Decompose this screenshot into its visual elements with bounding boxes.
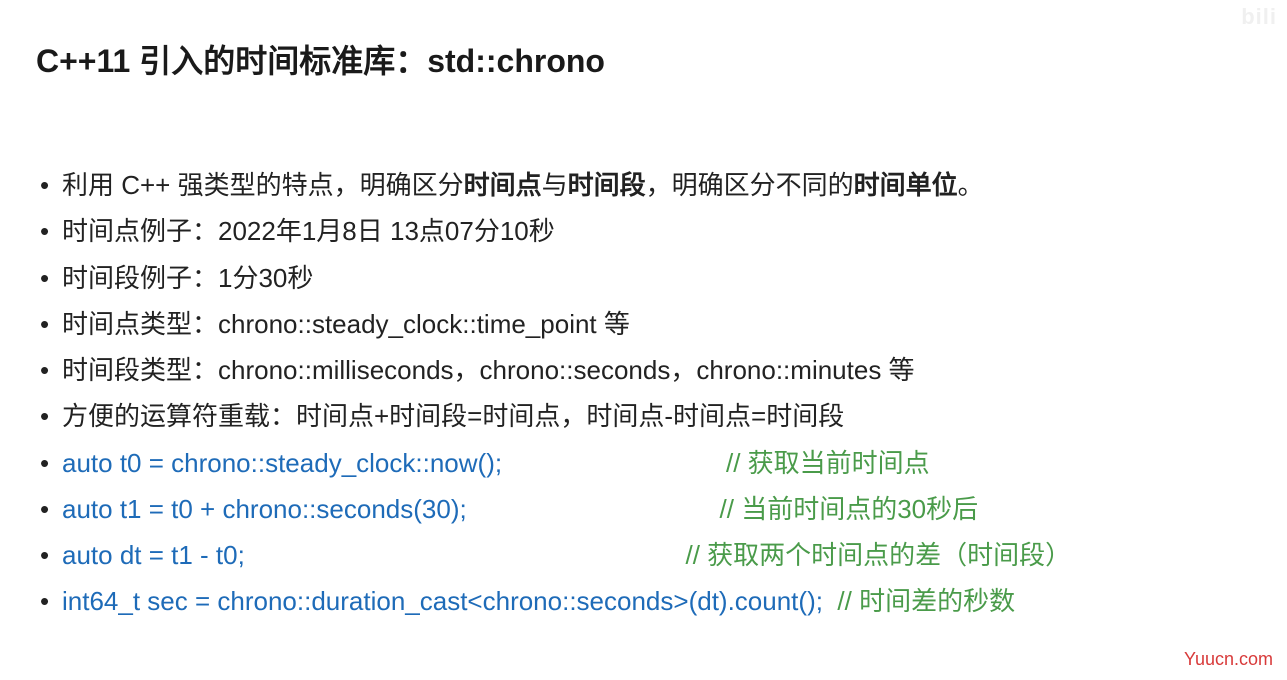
code-comment: // 时间差的秒数	[837, 578, 1015, 624]
bullet-list: 利用 C++ 强类型的特点，明确区分时间点与时间段，明确区分不同的时间单位。 时…	[36, 162, 1251, 625]
list-item: 时间段类型：chrono::milliseconds，chrono::secon…	[36, 347, 1251, 393]
code-text: int64_t sec = chrono::duration_cast<chro…	[62, 578, 837, 624]
list-item: 方便的运算符重载：时间点+时间段=时间点，时间点-时间点=时间段	[36, 393, 1251, 439]
list-item: 时间点例子：2022年1月8日 13点07分10秒	[36, 208, 1251, 254]
bold-text: 时间单位	[854, 170, 958, 200]
list-item: 时间段例子：1分30秒	[36, 255, 1251, 301]
code-list-item: auto t0 = chrono::steady_clock::now(); /…	[36, 440, 1251, 486]
list-item: 时间点类型：chrono::steady_clock::time_point 等	[36, 301, 1251, 347]
code-list-item: auto dt = t1 - t0; // 获取两个时间点的差（时间段）	[36, 532, 1251, 578]
text: 与	[542, 170, 568, 200]
platform-watermark: bili	[1241, 4, 1277, 30]
bold-text: 时间点	[464, 170, 542, 200]
code-text: auto dt = t1 - t0;	[62, 532, 685, 578]
code-list-item: int64_t sec = chrono::duration_cast<chro…	[36, 578, 1251, 624]
code-list-item: auto t1 = t0 + chrono::seconds(30); // 当…	[36, 486, 1251, 532]
code-text: auto t1 = t0 + chrono::seconds(30);	[62, 486, 720, 532]
code-comment: // 当前时间点的30秒后	[720, 486, 979, 532]
text: 。	[958, 170, 984, 200]
site-watermark: Yuucn.com	[1184, 649, 1273, 670]
bold-text: 时间段	[568, 170, 646, 200]
list-item: 利用 C++ 强类型的特点，明确区分时间点与时间段，明确区分不同的时间单位。	[36, 162, 1251, 208]
code-comment: // 获取两个时间点的差（时间段）	[685, 532, 1071, 578]
text: 利用 C++ 强类型的特点，明确区分	[62, 170, 464, 200]
code-comment: // 获取当前时间点	[726, 440, 930, 486]
code-text: auto t0 = chrono::steady_clock::now();	[62, 440, 726, 486]
slide-title: C++11 引入的时间标准库：std::chrono	[36, 36, 1251, 82]
text: ，明确区分不同的	[646, 170, 854, 200]
slide-content: C++11 引入的时间标准库：std::chrono 利用 C++ 强类型的特点…	[0, 0, 1287, 625]
